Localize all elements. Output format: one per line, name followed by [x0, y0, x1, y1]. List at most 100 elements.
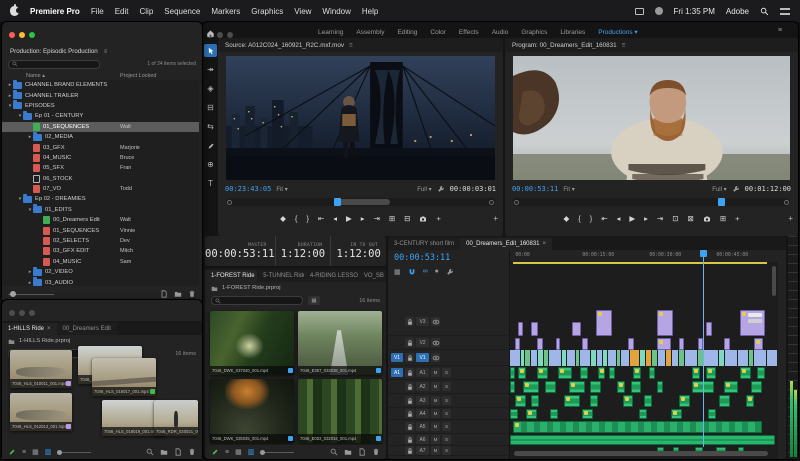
- play-button[interactable]: ▶: [629, 215, 635, 223]
- tree-item-03-audio[interactable]: ▸ 03_AUDIO: [2, 277, 199, 286]
- video-clip[interactable]: [678, 338, 684, 350]
- audio-clip[interactable]: [536, 367, 548, 379]
- thumbnail-zoom-slider[interactable]: [8, 291, 54, 297]
- menu-bar-account[interactable]: Adobe: [726, 7, 749, 16]
- mute-button[interactable]: M: [431, 435, 440, 444]
- workspace-audio[interactable]: Audio: [492, 29, 509, 36]
- zoom-slider[interactable]: [57, 449, 92, 455]
- hills-tab-00-dreamers-edit[interactable]: 00_Dreamers Edit: [56, 323, 117, 335]
- source-zoom-select[interactable]: Fit ▾: [276, 186, 287, 193]
- audio-clip[interactable]: [510, 367, 516, 379]
- video-clip[interactable]: [724, 338, 731, 350]
- new-item-icon[interactable]: [174, 448, 182, 456]
- mark-in-button[interactable]: {: [578, 215, 581, 223]
- audio-clip[interactable]: [644, 395, 653, 407]
- menu-help[interactable]: Help: [362, 7, 378, 16]
- video-clip[interactable]: [582, 338, 589, 350]
- audio-clip[interactable]: [657, 381, 663, 393]
- tree-item-02-selects[interactable]: 02_SELECTS Dev: [2, 236, 199, 246]
- write-status-icon[interactable]: [8, 448, 16, 456]
- button-editor-plus[interactable]: +: [493, 214, 498, 223]
- solo-button[interactable]: S: [442, 435, 451, 444]
- v1-clip-segment[interactable]: [724, 350, 738, 366]
- audio-clip[interactable]: [563, 395, 580, 407]
- video-clip[interactable]: [531, 322, 539, 336]
- source-patch-v1[interactable]: V1: [391, 353, 403, 362]
- track-header-a4[interactable]: A4 M S: [388, 408, 509, 420]
- track-select-forward-tool[interactable]: ↠: [204, 63, 217, 76]
- menu-edit[interactable]: Edit: [115, 7, 129, 16]
- track-name-a5[interactable]: A5: [416, 422, 429, 431]
- video-clip[interactable]: [740, 310, 765, 336]
- source-patch-a4[interactable]: [391, 409, 403, 418]
- audio-clip[interactable]: [745, 395, 754, 407]
- track-lock-icon[interactable]: [405, 409, 414, 418]
- menu-clip[interactable]: Clip: [140, 7, 154, 16]
- filter-bin-icon[interactable]: ▦: [308, 296, 320, 305]
- audio-clip[interactable]: [622, 395, 634, 407]
- track-output-toggle[interactable]: [431, 353, 440, 362]
- v1-clip-segment[interactable]: [754, 350, 768, 366]
- settings-wrench-icon[interactable]: [437, 185, 445, 193]
- track-name-v2[interactable]: V2: [416, 338, 429, 347]
- forest-tab-1-forest-ride[interactable]: 1-FOREST Ride×: [205, 270, 258, 282]
- track-header-a3[interactable]: A3 M S: [388, 394, 509, 408]
- hand-tool[interactable]: ⊕: [204, 158, 217, 171]
- track-header-a5[interactable]: A5 M S: [388, 420, 509, 434]
- button-editor-button[interactable]: +: [436, 215, 440, 223]
- v1-clip-segment[interactable]: [629, 350, 641, 366]
- video-clip[interactable]: [518, 322, 524, 336]
- program-playhead[interactable]: [717, 198, 725, 206]
- workspace-libraries[interactable]: Libraries: [560, 29, 585, 36]
- tree-item-04-music[interactable]: 04_MUSIC Sam: [2, 257, 199, 267]
- mark-out-button[interactable]: }: [590, 215, 593, 223]
- mute-button[interactable]: M: [431, 409, 440, 418]
- workspace-assembly[interactable]: Assembly: [356, 29, 384, 36]
- extract-button[interactable]: ⊠: [688, 215, 694, 223]
- audio-clip[interactable]: [515, 395, 527, 407]
- step-forward-button[interactable]: ▸: [361, 215, 365, 223]
- insert-button[interactable]: ⊞: [389, 215, 395, 223]
- go-to-in-button[interactable]: ⇤: [318, 215, 324, 223]
- source-patch-v2[interactable]: [391, 338, 403, 347]
- button-editor-button[interactable]: +: [735, 215, 739, 223]
- snap-magnet-icon[interactable]: [408, 268, 416, 276]
- workspace-overflow-icon[interactable]: ≡: [778, 27, 782, 34]
- video-clip[interactable]: [705, 322, 713, 336]
- audio-clip[interactable]: [568, 381, 586, 393]
- menu-bar-clock[interactable]: Fri 1:35 PM: [674, 7, 715, 16]
- track-output-toggle[interactable]: [431, 338, 440, 347]
- track-lock-icon[interactable]: [405, 382, 414, 391]
- app-menu-title[interactable]: Premiere Pro: [30, 7, 80, 16]
- track-header-a7[interactable]: A7 M S: [388, 446, 509, 456]
- menu-markers[interactable]: Markers: [211, 7, 240, 16]
- delete-icon[interactable]: [188, 290, 196, 298]
- overwrite-button[interactable]: ⊟: [404, 215, 410, 223]
- audio-clip[interactable]: [510, 435, 776, 445]
- workspace-editing[interactable]: Editing: [398, 29, 418, 36]
- audio-clip[interactable]: [724, 381, 738, 393]
- audio-clip[interactable]: [582, 409, 594, 419]
- audio-clip[interactable]: [751, 381, 762, 393]
- panel-menu-icon[interactable]: ≡: [622, 42, 626, 49]
- mute-button[interactable]: M: [431, 446, 440, 455]
- audio-clip[interactable]: [526, 409, 537, 419]
- tree-item-channel-brand-elements[interactable]: ▸ CHANNEL BRAND ELEMENTS: [2, 80, 199, 90]
- workspace-effects[interactable]: Effects: [459, 29, 479, 36]
- video-clip[interactable]: [515, 338, 521, 350]
- tree-item-02-media[interactable]: ▸ 02_MEDIA: [2, 131, 199, 142]
- thumbnail-view-icon[interactable]: ▦: [235, 448, 242, 456]
- program-zoom-select[interactable]: Fit ▾: [563, 186, 574, 193]
- tree-item-01-edits[interactable]: ▾ 01_EDITS: [2, 204, 199, 215]
- minimize-button[interactable]: [19, 310, 25, 316]
- video-clip[interactable]: [571, 322, 581, 336]
- add-marker-icon[interactable]: ●: [435, 268, 439, 275]
- thumbnail-view-icon[interactable]: ▦: [32, 448, 39, 456]
- clip-thumbnail[interactable]: 7046_HLS_010011_001.mp4: [10, 350, 72, 388]
- timeline-playhead[interactable]: [699, 250, 707, 447]
- solo-button[interactable]: S: [442, 409, 451, 418]
- apple-menu-icon[interactable]: [10, 4, 20, 16]
- audio-clip[interactable]: [630, 381, 642, 393]
- source-patch-a2[interactable]: [391, 382, 403, 391]
- clip-thumbnail[interactable]: 7046_DWK_035035_001.mp4: [210, 379, 294, 443]
